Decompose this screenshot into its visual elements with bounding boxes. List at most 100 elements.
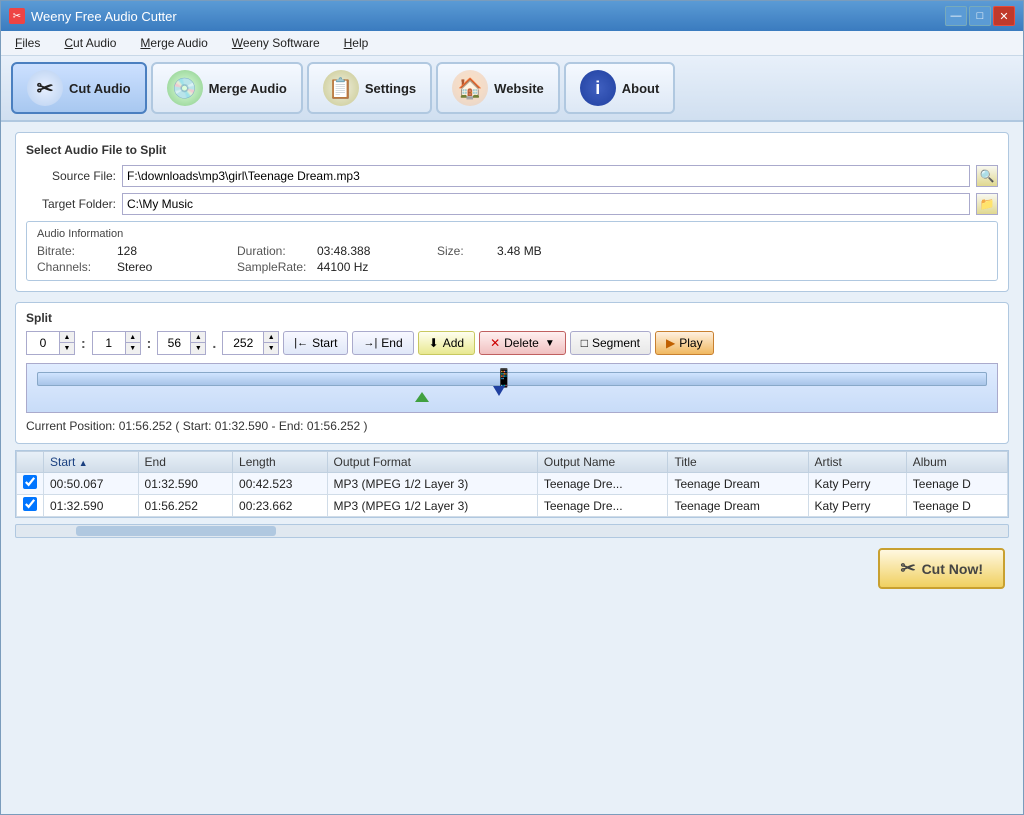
ms-down[interactable]: ▼ xyxy=(264,343,278,354)
title-controls: — □ ✕ xyxy=(945,6,1015,26)
scissors-icon: ✂ xyxy=(27,70,63,106)
row2-format: MP3 (MPEG 1/2 Layer 3) xyxy=(327,495,537,517)
dot-sep: . xyxy=(210,335,218,351)
toolbar-merge-audio[interactable]: 💿 Merge Audio xyxy=(151,62,303,114)
source-file-input[interactable] xyxy=(122,165,970,187)
toolbar-settings[interactable]: 📋 Settings xyxy=(307,62,432,114)
row1-start: 00:50.067 xyxy=(44,473,139,495)
toolbar-cut-audio[interactable]: ✂ Cut Audio xyxy=(11,62,147,114)
end-marker[interactable] xyxy=(493,386,505,396)
target-folder-input[interactable] xyxy=(122,193,970,215)
start-button[interactable]: |← Start xyxy=(283,331,348,355)
menu-cut-audio[interactable]: Cut Audio xyxy=(58,34,122,52)
row2-checkbox-cell xyxy=(17,495,44,517)
minutes-down[interactable]: ▼ xyxy=(126,343,140,354)
settings-label: Settings xyxy=(365,81,416,96)
row2-title: Teenage Dream xyxy=(668,495,808,517)
bitrate-label: Bitrate: xyxy=(37,244,117,258)
select-audio-panel: Select Audio File to Split Source File: … xyxy=(15,132,1009,292)
timeline[interactable]: 📱 xyxy=(26,363,998,413)
menu-bar: Files Cut Audio Merge Audio Weeny Softwa… xyxy=(1,31,1023,56)
about-label: About xyxy=(622,81,660,96)
cut-now-button[interactable]: ✂ Cut Now! xyxy=(878,548,1005,589)
col-start[interactable]: Start ▲ xyxy=(44,452,139,473)
toolbar-website[interactable]: 🏠 Website xyxy=(436,62,560,114)
row2-length: 00:23.662 xyxy=(233,495,328,517)
row1-end: 01:32.590 xyxy=(138,473,233,495)
col-artist[interactable]: Artist xyxy=(808,452,906,473)
row1-checkbox-cell xyxy=(17,473,44,495)
table-row: 01:32.590 01:56.252 00:23.662 MP3 (MPEG … xyxy=(17,495,1008,517)
menu-merge-audio[interactable]: Merge Audio xyxy=(134,34,213,52)
start-icon: |← xyxy=(294,337,308,349)
col-end[interactable]: End xyxy=(138,452,233,473)
ms-input[interactable] xyxy=(223,332,263,354)
table-header-row: Start ▲ End Length Output Format Output … xyxy=(17,452,1008,473)
toolbar: ✂ Cut Audio 💿 Merge Audio 📋 Settings 🏠 W… xyxy=(1,56,1023,122)
col-album[interactable]: Album xyxy=(906,452,1007,473)
minutes-up[interactable]: ▲ xyxy=(126,332,140,343)
target-folder-row: Target Folder: 📁 xyxy=(26,193,998,215)
row2-checkbox[interactable] xyxy=(23,497,37,511)
segment-button[interactable]: □ Segment xyxy=(570,331,651,355)
app-icon: ✂ xyxy=(9,8,25,24)
start-label: Start xyxy=(312,336,337,350)
row1-format: MP3 (MPEG 1/2 Layer 3) xyxy=(327,473,537,495)
hours-input[interactable] xyxy=(27,332,59,354)
merge-icon: 💿 xyxy=(167,70,203,106)
table-body: 00:50.067 01:32.590 00:42.523 MP3 (MPEG … xyxy=(17,473,1008,517)
hours-spinbox: ▲ ▼ xyxy=(26,331,75,355)
segment-icon: □ xyxy=(581,336,588,350)
maximize-button[interactable]: □ xyxy=(969,6,991,26)
main-window: ✂ Weeny Free Audio Cutter — □ ✕ Files Cu… xyxy=(0,0,1024,815)
seconds-down[interactable]: ▼ xyxy=(191,343,205,354)
menu-files[interactable]: Files xyxy=(9,34,46,52)
website-label: Website xyxy=(494,81,544,96)
segment-label: Segment xyxy=(592,336,640,350)
seconds-input[interactable] xyxy=(158,332,190,354)
close-button[interactable]: ✕ xyxy=(993,6,1015,26)
add-button[interactable]: ⬇ Add xyxy=(418,331,475,355)
col-format[interactable]: Output Format xyxy=(327,452,537,473)
play-icon: ▶ xyxy=(666,336,675,350)
minutes-spinbox: ▲ ▼ xyxy=(92,331,141,355)
segments-table: Start ▲ End Length Output Format Output … xyxy=(16,451,1008,517)
menu-weeny-software[interactable]: Weeny Software xyxy=(226,34,326,52)
target-browse-button[interactable]: 📁 xyxy=(976,193,998,215)
hours-up[interactable]: ▲ xyxy=(60,332,74,343)
add-icon: ⬇ xyxy=(429,336,439,350)
channels-value: Stereo xyxy=(117,260,237,274)
audio-info-box: Audio Information Bitrate: 128 Duration:… xyxy=(26,221,998,281)
minutes-input[interactable] xyxy=(93,332,125,354)
title-bar: ✂ Weeny Free Audio Cutter — □ ✕ xyxy=(1,1,1023,31)
col-checkbox xyxy=(17,452,44,473)
col-title[interactable]: Title xyxy=(668,452,808,473)
minimize-button[interactable]: — xyxy=(945,6,967,26)
delete-button[interactable]: ✕ Delete ▼ xyxy=(479,331,566,355)
start-marker[interactable] xyxy=(415,392,429,402)
seconds-up[interactable]: ▲ xyxy=(191,332,205,343)
toolbar-about[interactable]: i About xyxy=(564,62,676,114)
menu-help[interactable]: Help xyxy=(338,34,375,52)
play-button[interactable]: ▶ Play xyxy=(655,331,714,355)
row2-end: 01:56.252 xyxy=(138,495,233,517)
cut-now-label: Cut Now! xyxy=(922,561,983,577)
samplerate-label: SampleRate: xyxy=(237,260,317,274)
row2-start: 01:32.590 xyxy=(44,495,139,517)
row2-album: Teenage D xyxy=(906,495,1007,517)
hours-down[interactable]: ▼ xyxy=(60,343,74,354)
end-label: End xyxy=(381,336,402,350)
ms-up[interactable]: ▲ xyxy=(264,332,278,343)
scrollbar-thumb[interactable] xyxy=(76,526,276,536)
bitrate-value: 128 xyxy=(117,244,237,258)
col-output-name[interactable]: Output Name xyxy=(537,452,668,473)
row1-checkbox[interactable] xyxy=(23,475,37,489)
end-button[interactable]: →| End xyxy=(352,331,413,355)
row2-output-name: Teenage Dre... xyxy=(537,495,668,517)
source-browse-button[interactable]: 🔍 xyxy=(976,165,998,187)
split-section: Split ▲ ▼ : ▲ ▼ : xyxy=(15,302,1009,444)
about-icon: i xyxy=(580,70,616,106)
horizontal-scrollbar[interactable] xyxy=(15,524,1009,538)
col-length[interactable]: Length xyxy=(233,452,328,473)
samplerate-value: 44100 Hz xyxy=(317,260,437,274)
